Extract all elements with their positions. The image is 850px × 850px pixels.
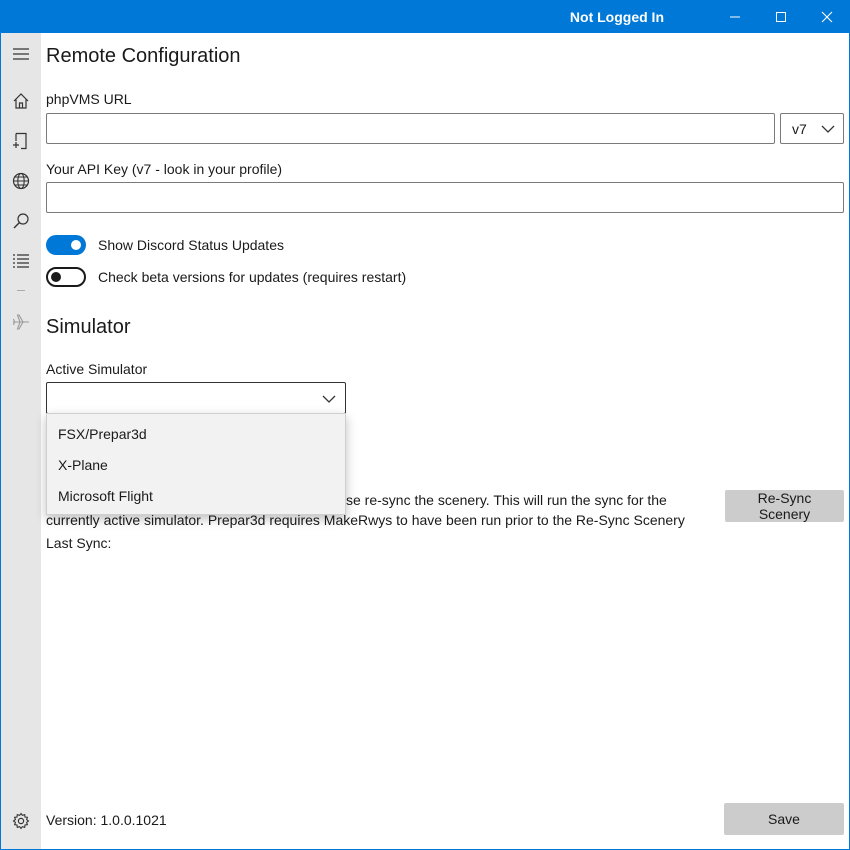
simulator-option[interactable]: Microsoft Flight	[58, 488, 153, 504]
search-icon[interactable]	[9, 209, 33, 233]
simulator-option[interactable]: X-Plane	[58, 457, 108, 473]
list-icon[interactable]	[9, 249, 33, 273]
simulator-heading: Simulator	[46, 316, 131, 338]
discord-status-label: Show Discord Status Updates	[98, 237, 284, 253]
version-label: Version: 1.0.0.1021	[46, 812, 167, 828]
toggle-knob	[71, 240, 81, 250]
beta-updates-toggle[interactable]	[46, 267, 86, 287]
beta-updates-label: Check beta versions for updates (require…	[98, 269, 407, 285]
phpvms-url-input[interactable]	[46, 113, 775, 144]
airplane-icon	[9, 310, 33, 334]
toggle-knob	[51, 272, 61, 282]
close-icon	[821, 11, 833, 22]
remote-configuration-heading: Remote Configuration	[46, 45, 241, 67]
maximize-icon	[776, 11, 786, 22]
hamburger-menu-icon[interactable]	[9, 42, 33, 66]
active-simulator-label: Active Simulator	[46, 361, 148, 377]
simulator-dropdown-list: FSX/Prepar3d X-Plane Microsoft Flight	[46, 413, 346, 515]
discord-status-toggle[interactable]	[46, 235, 86, 255]
home-icon[interactable]	[9, 89, 33, 113]
version-select[interactable]: v7	[780, 113, 844, 144]
navigation-sidebar	[1, 33, 41, 849]
simulator-option[interactable]: FSX/Prepar3d	[58, 426, 147, 442]
chevron-down-icon	[821, 125, 835, 133]
chevron-down-icon	[322, 395, 336, 403]
resync-description-line1: se re-sync the scenery. This will run th…	[346, 492, 667, 508]
save-button[interactable]: Save	[724, 803, 844, 835]
maximize-button[interactable]	[758, 0, 804, 33]
version-select-value: v7	[792, 121, 807, 137]
api-key-input[interactable]	[46, 182, 844, 213]
close-button[interactable]	[804, 0, 850, 33]
active-simulator-select[interactable]	[46, 382, 346, 414]
window-title: Not Logged In	[569, 9, 664, 25]
globe-icon[interactable]	[9, 169, 33, 193]
title-bar: Not Logged In	[0, 0, 850, 33]
phpvms-url-label: phpVMS URL	[46, 91, 132, 107]
minimize-icon	[730, 16, 740, 17]
api-key-label: Your API Key (v7 - look in your profile)	[46, 161, 283, 177]
sidebar-separator	[17, 290, 25, 291]
add-document-icon[interactable]	[9, 129, 33, 153]
resync-scenery-button[interactable]: Re-Sync Scenery	[725, 490, 844, 522]
last-sync-label: Last Sync:	[46, 535, 112, 551]
gear-icon[interactable]	[9, 809, 33, 833]
minimize-button[interactable]	[712, 0, 758, 33]
